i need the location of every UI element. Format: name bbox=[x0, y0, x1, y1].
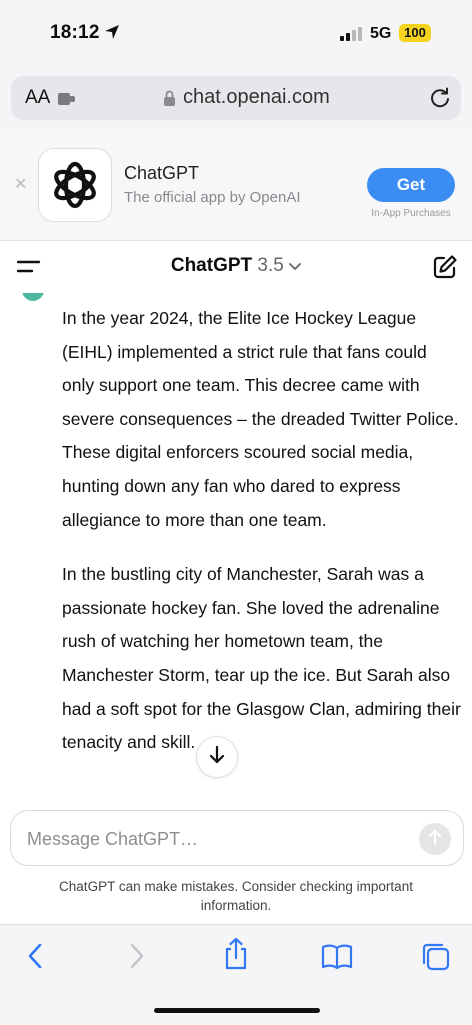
scroll-to-bottom-button[interactable] bbox=[196, 736, 238, 778]
extension-icon[interactable] bbox=[57, 91, 77, 112]
assistant-message: In the year 2024, the Elite Ice Hockey L… bbox=[62, 302, 462, 781]
app-name: ChatGPT bbox=[124, 163, 200, 183]
arrow-down-icon bbox=[208, 745, 226, 770]
chat-header: ChatGPT 3.5 bbox=[0, 241, 472, 293]
home-indicator bbox=[154, 1008, 320, 1013]
openai-logo-icon[interactable] bbox=[38, 148, 112, 222]
address-bar[interactable]: AA chat.openai.com bbox=[11, 76, 461, 120]
send-button[interactable] bbox=[419, 823, 451, 855]
app-store-banner: ✕ ChatGPT The official app by OpenAI Get… bbox=[0, 130, 472, 241]
url-text[interactable]: chat.openai.com bbox=[183, 86, 330, 109]
battery-indicator: 100 bbox=[399, 24, 431, 42]
status-bar: 18:12 5G 100 bbox=[0, 0, 472, 70]
message-paragraph: In the year 2024, the Elite Ice Hockey L… bbox=[62, 308, 459, 530]
bookmarks-icon[interactable] bbox=[320, 941, 354, 976]
model-version: 3.5 bbox=[257, 255, 284, 276]
message-paragraph: In the bustling city of Manchester, Sara… bbox=[62, 564, 461, 753]
reload-icon[interactable] bbox=[429, 87, 451, 114]
edit-icon[interactable] bbox=[432, 254, 458, 285]
lock-icon bbox=[163, 90, 176, 112]
signal-icon bbox=[340, 27, 362, 41]
chevron-down-icon bbox=[289, 255, 302, 276]
message-composer bbox=[10, 810, 464, 866]
status-time: 18:12 bbox=[50, 22, 100, 43]
share-icon[interactable] bbox=[222, 937, 250, 976]
app-subtitle: The official app by OpenAI bbox=[124, 189, 301, 206]
text-size-button[interactable]: AA bbox=[25, 87, 50, 109]
forward-icon[interactable] bbox=[126, 941, 148, 976]
in-app-purchases-note: In-App Purchases bbox=[371, 208, 451, 219]
browser-address-area: AA chat.openai.com bbox=[0, 70, 472, 130]
tabs-icon[interactable] bbox=[420, 941, 452, 978]
message-input[interactable] bbox=[25, 823, 389, 855]
close-icon[interactable]: ✕ bbox=[14, 174, 27, 194]
arrow-up-icon bbox=[428, 829, 442, 850]
location-arrow-icon bbox=[104, 24, 120, 45]
get-app-button[interactable]: Get bbox=[367, 168, 455, 202]
model-selector[interactable]: ChatGPT 3.5 bbox=[0, 255, 472, 277]
disclaimer-text: ChatGPT can make mistakes. Consider chec… bbox=[59, 879, 413, 913]
network-type: 5G bbox=[370, 25, 392, 42]
back-icon[interactable] bbox=[24, 941, 46, 976]
assistant-avatar bbox=[22, 293, 44, 301]
model-name: ChatGPT bbox=[170, 255, 253, 276]
